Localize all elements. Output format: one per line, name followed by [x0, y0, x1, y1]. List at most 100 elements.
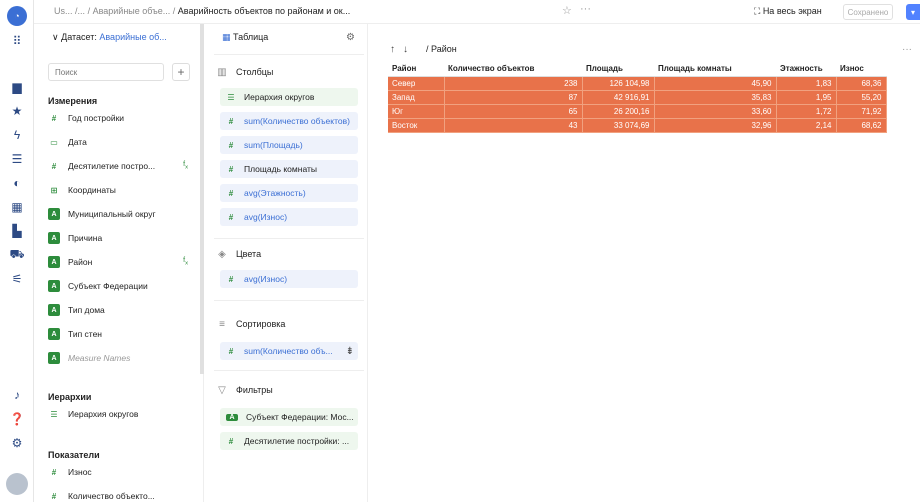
dimension-field[interactable]: A Муниципальный округ [48, 206, 198, 222]
dimension-field[interactable]: A Субъект Федерации [48, 278, 198, 294]
dimension-field[interactable]: A Район fx [48, 254, 198, 270]
gear-icon[interactable]: ⚙ [0, 434, 34, 452]
settings-sliders-icon[interactable]: ⚟ [0, 270, 34, 288]
star-icon[interactable]: ★ [0, 102, 34, 120]
help-icon[interactable]: ❓ [0, 410, 34, 428]
folder-icon[interactable]: ▆ [0, 78, 34, 96]
table-row[interactable]: Юг 65 26 200,16 33,60 1,72 71,92 [388, 104, 887, 119]
column-chip[interactable]: ☰ Иерархия округов [220, 88, 358, 106]
string-type-icon: A [48, 304, 60, 316]
measure-field[interactable]: # Количество объекто... [48, 488, 198, 502]
field-search-input[interactable] [48, 63, 164, 81]
breadcrumb-item[interactable]: /... [75, 6, 85, 16]
lightning-icon[interactable]: ϟ [0, 126, 34, 144]
drill-up-arrow-icon[interactable]: ↑ [390, 44, 395, 55]
breadcrumb-item[interactable]: Us... [54, 6, 73, 16]
more-menu-icon[interactable]: ··· [580, 3, 591, 15]
number-type-icon: # [228, 188, 234, 198]
save-button[interactable]: Сохранено [843, 4, 893, 20]
viz-type-selector[interactable]: ▦ Таблица [222, 32, 268, 43]
dataset-selector[interactable]: ∨ Датасет: Аварийные об... [52, 32, 167, 43]
notifications-icon[interactable]: ♪ [0, 386, 34, 404]
chart-icon[interactable]: ▙ [0, 222, 34, 240]
dimension-field[interactable]: ▭ Дата [48, 134, 198, 150]
table-row[interactable]: Север 238 126 104,98 45,90 1,83 68,36 [388, 76, 887, 91]
result-table: Район Количество объектов Площадь Площад… [388, 62, 887, 133]
number-type-icon: # [228, 436, 234, 446]
connections-icon[interactable]: ◐ [0, 174, 34, 192]
viz-settings-gear-icon[interactable]: ⚙ [346, 32, 355, 43]
table-row[interactable]: Восток 43 33 074,69 32,96 2,14 68,62 [388, 118, 887, 133]
dimension-field[interactable]: A Measure Names [48, 350, 198, 366]
column-chip[interactable]: # Площадь комнаты [220, 160, 358, 178]
dataset-panel: ∨ Датасет: Аварийные об... + Измерения #… [34, 24, 204, 502]
dimension-field[interactable]: A Тип дома [48, 302, 198, 318]
cart-icon[interactable]: ⛟ [0, 246, 34, 264]
table-cell: 32,96 [654, 118, 777, 133]
favorite-star-icon[interactable]: ☆ [562, 4, 572, 17]
chip-label: Десятилетие постройки: ... [244, 436, 350, 446]
fullscreen-button[interactable]: ⛶ На весь экран [754, 6, 822, 17]
column-chip[interactable]: # avg(Этажность) [220, 184, 358, 202]
section-label: Цвета [236, 249, 262, 259]
columns-divider [214, 54, 364, 55]
database-icon[interactable]: ☰ [0, 150, 34, 168]
column-chip[interactable]: # sum(Количество объектов) [220, 112, 358, 130]
column-chip[interactable]: # avg(Износ) [220, 208, 358, 226]
dimension-field[interactable]: # Десятилетие постро... fx [48, 158, 198, 174]
string-type-icon: A [226, 413, 238, 421]
filter-icon: ▽ [218, 384, 226, 396]
number-type-icon: # [228, 164, 234, 174]
chart-workspace: ↑ ↓ / Район ··· Район Количество объекто… [370, 24, 920, 502]
field-label: Муниципальный округ [68, 209, 156, 219]
column-header[interactable]: Износ [836, 62, 886, 77]
table-cell: 43 [444, 118, 583, 133]
apps-grid-icon[interactable]: ⠿ [0, 32, 34, 50]
column-chip[interactable]: # sum(Площадь) [220, 136, 358, 154]
chip-label: avg(Этажность) [244, 188, 306, 198]
add-field-button[interactable]: + [172, 63, 190, 81]
field-label: Район [68, 257, 93, 267]
datalens-logo-icon[interactable]: ◔ [7, 6, 27, 26]
colors-section-title: ◈ Цвета [216, 248, 261, 260]
drill-down-arrow-icon[interactable]: ↓ [403, 44, 408, 55]
dimension-field[interactable]: A Тип стен [48, 326, 198, 342]
colors-divider [214, 238, 364, 239]
columns-icon: ▥ [217, 66, 227, 78]
string-type-icon: A [48, 328, 60, 340]
table-cell: 71,92 [836, 104, 887, 119]
table-cell: 26 200,16 [582, 104, 655, 119]
column-header[interactable]: Этажность [776, 62, 836, 77]
table-cell: 35,83 [654, 90, 777, 105]
dimension-field[interactable]: A Причина [48, 230, 198, 246]
column-header[interactable]: Площадь комнаты [654, 62, 776, 77]
filter-chip[interactable]: A Субъект Федерации: Мос... [220, 408, 358, 426]
number-type-icon: # [228, 140, 234, 150]
table-cell: 33 074,69 [582, 118, 655, 133]
measure-field[interactable]: # Износ [48, 464, 198, 480]
chip-label: sum(Количество объ... [244, 346, 333, 356]
column-header[interactable]: Площадь [582, 62, 654, 77]
dimension-field[interactable]: # Год постройки [48, 110, 198, 126]
geo-type-icon: ⊞ [50, 185, 58, 195]
sort-chip[interactable]: # sum(Количество объ... ⇟ [220, 342, 358, 360]
formula-icon: fx [183, 257, 188, 267]
more-options-icon[interactable]: ··· [902, 44, 912, 55]
breadcrumb-item[interactable]: Аварийные объе... [93, 6, 171, 16]
chip-label: Субъект Федерации: Мос... [246, 412, 354, 422]
table-cell: Запад [388, 90, 445, 105]
table-row[interactable]: Запад 87 42 916,91 35,83 1,95 55,20 [388, 90, 887, 105]
hierarchy-field[interactable]: ☰ Иерархия округов [48, 406, 198, 422]
filter-chip[interactable]: # Десятилетие постройки: ... [220, 432, 358, 450]
save-menu-button[interactable]: ▾ [906, 4, 920, 20]
sort-direction-icon[interactable]: ⇟ [346, 346, 354, 357]
column-header[interactable]: Район [388, 62, 444, 77]
dimension-field[interactable]: ⊞ Координаты [48, 182, 198, 198]
column-header[interactable]: Количество объектов [444, 62, 582, 77]
measures-heading: Показатели [48, 450, 100, 460]
avatar[interactable] [6, 473, 28, 495]
color-chip[interactable]: # avg(Износ) [220, 270, 358, 288]
dashboard-icon[interactable]: ▦ [0, 198, 34, 216]
field-label: Год постройки [68, 113, 125, 123]
section-label: Столбцы [236, 67, 274, 77]
